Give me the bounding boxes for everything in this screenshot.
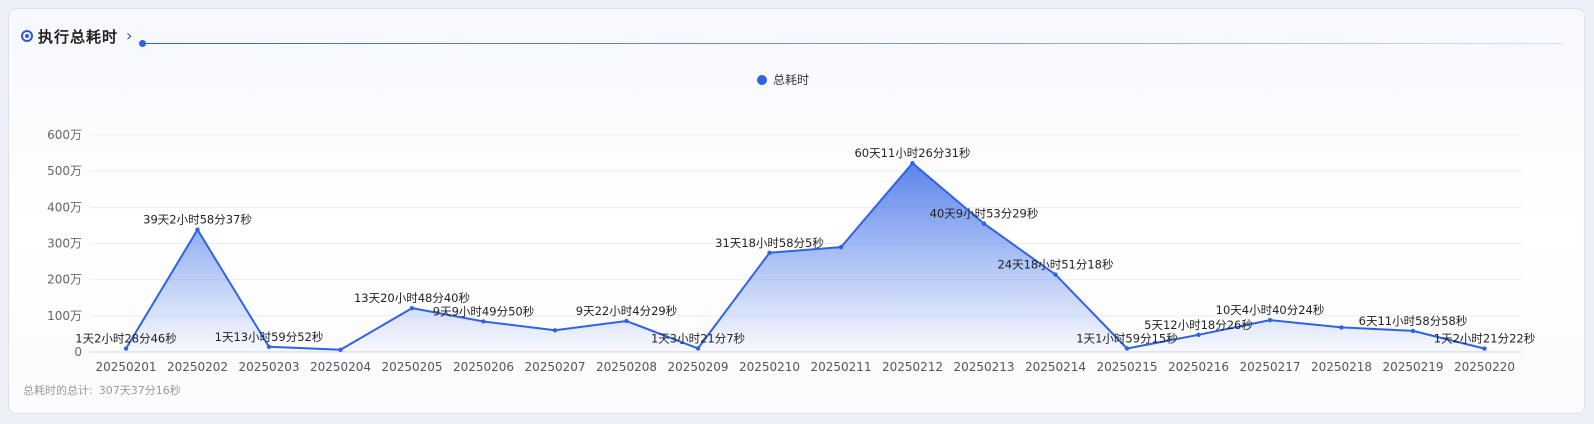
data-point[interactable] <box>838 244 844 250</box>
y-tick-label: 500万 <box>47 164 82 178</box>
data-point[interactable] <box>1482 346 1487 351</box>
x-tick-label: 20250212 <box>882 360 943 374</box>
data-point[interactable] <box>338 347 343 353</box>
data-point[interactable] <box>695 346 701 351</box>
x-tick-label: 20250218 <box>1311 360 1372 374</box>
x-tick-label: 20250208 <box>596 360 657 374</box>
data-label: 6天11小时58分58秒 <box>1359 314 1468 328</box>
x-tick-label: 20250213 <box>953 360 1014 374</box>
y-tick-label: 100万 <box>47 309 82 323</box>
x-tick-label: 20250217 <box>1239 360 1300 374</box>
y-tick-label: 300万 <box>47 237 82 251</box>
x-tick-label: 20250209 <box>667 360 728 374</box>
data-label: 9天22小时4分29秒 <box>576 304 677 318</box>
y-tick-label: 600万 <box>47 128 82 142</box>
data-point[interactable] <box>1339 325 1344 330</box>
data-point[interactable] <box>266 344 272 350</box>
data-label: 40天9小时53分29秒 <box>930 207 1039 221</box>
x-tick-label: 20250214 <box>1025 360 1086 374</box>
data-point[interactable] <box>409 305 415 311</box>
data-point[interactable] <box>481 319 486 324</box>
data-label: 1天2小时21分22秒 <box>1434 332 1535 346</box>
data-label: 13天20小时48分40秒 <box>354 291 470 305</box>
data-point[interactable] <box>195 227 200 232</box>
data-point[interactable] <box>1196 332 1201 337</box>
data-label: 1天3小时21分7秒 <box>651 331 745 345</box>
series-area <box>126 163 1485 352</box>
area-chart: 1天2小时28分46秒 39天2小时58分37秒 1天13小时59分52秒 13天20… <box>47 128 1535 374</box>
x-tick-label: 20250211 <box>810 360 871 374</box>
y-tick-label: 400万 <box>47 200 82 214</box>
x-tick-label: 20250220 <box>1454 360 1515 374</box>
data-point[interactable] <box>1124 346 1130 351</box>
data-label: 39天2小时58分37秒 <box>143 213 252 227</box>
data-point[interactable] <box>910 160 915 166</box>
data-point[interactable] <box>1410 328 1416 334</box>
x-tick-label: 20250203 <box>238 360 299 374</box>
data-point[interactable] <box>123 346 129 351</box>
x-tick-label: 20250202 <box>167 360 228 374</box>
data-label: 24天18小时51分18秒 <box>997 258 1113 272</box>
data-label: 5天12小时18分26秒 <box>1144 318 1253 332</box>
data-label: 60天11小时26分31秒 <box>854 146 970 160</box>
data-label: 31天18小时58分5秒 <box>715 236 824 250</box>
x-tick-label: 20250216 <box>1168 360 1229 374</box>
x-tick-label: 20250215 <box>1096 360 1157 374</box>
data-point[interactable] <box>767 250 772 255</box>
x-tick-label: 20250219 <box>1382 360 1443 374</box>
data-point[interactable] <box>1053 272 1058 277</box>
y-tick-label: 0 <box>74 345 82 359</box>
y-tick-label: 200万 <box>47 273 82 287</box>
data-label: 10天4小时40分24秒 <box>1216 303 1325 317</box>
data-point[interactable] <box>552 328 558 333</box>
data-label: 9天9小时49分50秒 <box>433 304 534 318</box>
data-label: 1天1小时59分15秒 <box>1076 331 1177 345</box>
data-point[interactable] <box>981 221 987 226</box>
x-tick-label: 20250204 <box>310 360 371 374</box>
x-tick-label: 20250210 <box>739 360 800 374</box>
x-tick-label: 20250206 <box>453 360 514 374</box>
data-point[interactable] <box>624 318 629 324</box>
x-tick-label: 20250201 <box>95 360 156 374</box>
x-tick-label: 20250207 <box>524 360 585 374</box>
data-label: 1天2小时28分46秒 <box>75 332 176 346</box>
data-point[interactable] <box>1267 317 1273 323</box>
data-label: 1天13小时59分52秒 <box>215 330 324 344</box>
x-tick-label: 20250205 <box>381 360 442 374</box>
